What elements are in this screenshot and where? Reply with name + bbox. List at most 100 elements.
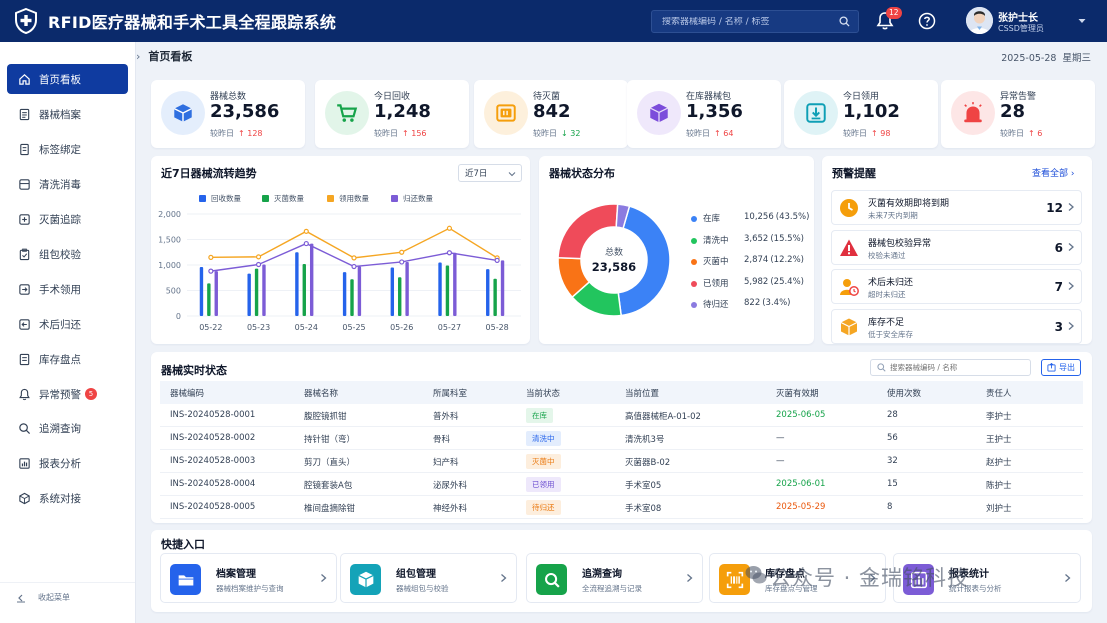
- collapse-label: 收起菜单: [38, 593, 70, 602]
- sidebar-item-label: 标签绑定: [39, 143, 81, 156]
- user-avatar-icon: [966, 7, 993, 34]
- stat-delta-value: ↑ 156: [402, 129, 427, 138]
- export-icon: [1047, 363, 1056, 372]
- stat-delta-prefix: 较昨日: [843, 129, 867, 138]
- search-icon: [877, 363, 886, 372]
- status-percent: (15.5%): [770, 233, 804, 244]
- stat-delta-prefix: 较昨日: [210, 129, 234, 138]
- alert-item[interactable]: 术后未归还 超时未归还 7: [831, 269, 1082, 304]
- sidebar-item-archive[interactable]: 器械档案: [7, 99, 128, 129]
- avatar[interactable]: [966, 7, 993, 34]
- y-tick-label: 1,500: [158, 236, 181, 245]
- stat-card[interactable]: 异常告警 28 较昨日 ↑ 6: [941, 80, 1095, 148]
- collapse-menu-button[interactable]: 收起菜单: [16, 592, 70, 603]
- table-title: 器械实时状态: [161, 364, 227, 377]
- status-name: 在库: [703, 214, 721, 224]
- status-legend-row: 已领用 5,982 (25.4%): [691, 277, 811, 291]
- stat-card[interactable]: 今日回收 1,248 较昨日 ↑ 156: [315, 80, 469, 148]
- sidebar-item-package-check[interactable]: 组包校验: [7, 239, 128, 269]
- status-percent: (3.4%): [762, 298, 791, 308]
- sidebar-item-tag-binding[interactable]: 标签绑定: [7, 134, 128, 164]
- watermark-text: 公众号 · 金瑞铭科技: [770, 566, 970, 590]
- sidebar-item-dashboard[interactable]: 首页看板: [7, 64, 128, 94]
- table-cell-expiry: 2025-05-29: [776, 502, 826, 512]
- status-donut-chart: 总数 23,586: [557, 203, 671, 317]
- sidebar-item-checkout[interactable]: 手术领用: [7, 274, 128, 304]
- sidebar-item-wash[interactable]: 清洗消毒: [7, 169, 128, 199]
- sterilizer-icon: [496, 104, 516, 122]
- view-all-link[interactable]: 查看全部 ›: [1032, 166, 1074, 179]
- user-name[interactable]: 张护士长: [998, 9, 1038, 24]
- sidebar-item-integration[interactable]: 系统对接: [7, 483, 128, 513]
- chevron-right-icon[interactable]: [1067, 281, 1075, 291]
- global-search[interactable]: [651, 10, 859, 33]
- sidebar-item-trace[interactable]: 追溯查询: [7, 413, 128, 443]
- status-value: 822 (3.4%): [744, 298, 790, 308]
- stat-value: 23,586: [210, 101, 280, 122]
- alert-item[interactable]: 库存不足 低于安全库存 3: [831, 308, 1082, 344]
- bar-0-0: [199, 267, 204, 316]
- donut-center-value: 23,586: [592, 260, 636, 274]
- chevron-right-icon[interactable]: [1067, 242, 1075, 252]
- status-count: 5,982: [744, 276, 769, 287]
- stat-card[interactable]: 今日领用 1,102 较昨日 ↑ 98: [784, 80, 938, 148]
- stat-card[interactable]: 待灭菌 842 较昨日 ↓ 32: [474, 80, 628, 148]
- sidebar-item-inventory[interactable]: 库存盘点: [7, 344, 128, 374]
- sidebar-item-reports[interactable]: 报表分析: [7, 448, 128, 478]
- sidebar-item-alerts[interactable]: 异常预警 5: [7, 379, 128, 409]
- status-count: 822: [744, 298, 761, 308]
- page-title: 首页看板: [148, 50, 193, 63]
- status-tag: 待归还: [526, 500, 561, 515]
- warning-icon: [840, 239, 858, 256]
- table-row[interactable]: INS-20240528-0005 椎间盘摘除钳 神经外科 待归还 手术室08 2025-…: [160, 496, 1083, 519]
- package-icon: [840, 318, 858, 335]
- alert-item[interactable]: 灭菌有效期即将到期 未来7天内到期 12: [831, 190, 1082, 225]
- point-2-2: [303, 228, 309, 234]
- tag-icon: [20, 143, 29, 155]
- table-cell-uses: 28: [887, 410, 898, 420]
- sidebar-item-return[interactable]: 术后归还: [7, 309, 128, 339]
- x-tick-label: 05-26: [390, 323, 413, 332]
- quick-entry-card[interactable]: 档案管理 器械档案维护与查询: [160, 553, 337, 603]
- table-row[interactable]: INS-20240528-0001 腹腔镜抓钳 普外科 在库 高值器械柜A-01-02 2…: [160, 404, 1083, 427]
- global-search-input[interactable]: [652, 16, 839, 27]
- bar-0-1: [247, 273, 251, 316]
- table-row[interactable]: INS-20240528-0004 腔镜套装A包 泌尿外科 已领用 手术室05 2025-…: [160, 473, 1083, 496]
- alert-item[interactable]: 器械包校验异常 校验未通过 6: [831, 229, 1082, 265]
- trend-chart-panel: 近7日器械流转趋势 近7日 回收数量 灭菌数量 领用数量 归还数量 0 500 1,000…: [151, 156, 530, 344]
- stat-value: 842: [533, 101, 571, 122]
- stat-delta-prefix: 较昨日: [533, 129, 557, 138]
- table-search[interactable]: [870, 359, 1031, 376]
- quick-entry-card[interactable]: 追溯查询 全流程追溯与记录: [526, 553, 703, 603]
- chevron-down-icon[interactable]: [1077, 16, 1087, 26]
- sidebar-item-label: 报表分析: [39, 457, 81, 470]
- stat-card[interactable]: 器械总数 23,586 较昨日 ↑ 128: [151, 80, 305, 148]
- table-cell-owner: 王护士: [986, 435, 1012, 445]
- sidebar-item-sterilize[interactable]: 灭菌追踪: [7, 204, 128, 234]
- export-button[interactable]: 导出: [1041, 359, 1081, 376]
- stat-card[interactable]: 在库器械包 1,356 较昨日 ↑ 64: [627, 80, 781, 148]
- chevron-right-icon[interactable]: [1067, 321, 1075, 331]
- search-icon[interactable]: [839, 16, 850, 27]
- download-icon: [806, 103, 826, 123]
- legend-dot: [691, 280, 697, 287]
- table-row[interactable]: INS-20240528-0002 持针钳（弯） 骨科 清洗中 清洗机3号 — 56 王护士: [160, 427, 1083, 450]
- legend-dot: [691, 259, 697, 265]
- wash-icon: [19, 178, 30, 190]
- table-search-input[interactable]: [890, 363, 1030, 372]
- alert-subtitle: 超时未归还: [868, 290, 906, 299]
- stat-value: 1,248: [374, 101, 431, 122]
- quick-entry-card[interactable]: 组包管理 器械组包与校验: [340, 553, 517, 603]
- status-percent: (12.2%): [770, 255, 804, 265]
- table-row[interactable]: INS-20240528-0003 剪刀（直头） 妇产科 灭菌中 灭菌器B-02 — 32 赵…: [160, 450, 1083, 473]
- bar-0-4: [390, 267, 395, 316]
- sidebar-item-label: 手术领用: [39, 283, 81, 296]
- table-cell-location: 灭菌器B-02: [625, 458, 671, 468]
- wechat-icon: [745, 566, 767, 584]
- status-value: 10,256 (43.5%): [744, 212, 809, 222]
- rfid-scan-icon: [726, 571, 743, 588]
- alerts-panel: 预警提醒 查看全部 › 灭菌有效期即将到期 未来7天内到期 12 器械包校验异常 校验未…: [822, 156, 1092, 344]
- help-icon[interactable]: [918, 12, 936, 30]
- chevron-right-icon[interactable]: [1067, 202, 1075, 212]
- stat-delta: 较昨日 ↑ 6: [1000, 128, 1042, 139]
